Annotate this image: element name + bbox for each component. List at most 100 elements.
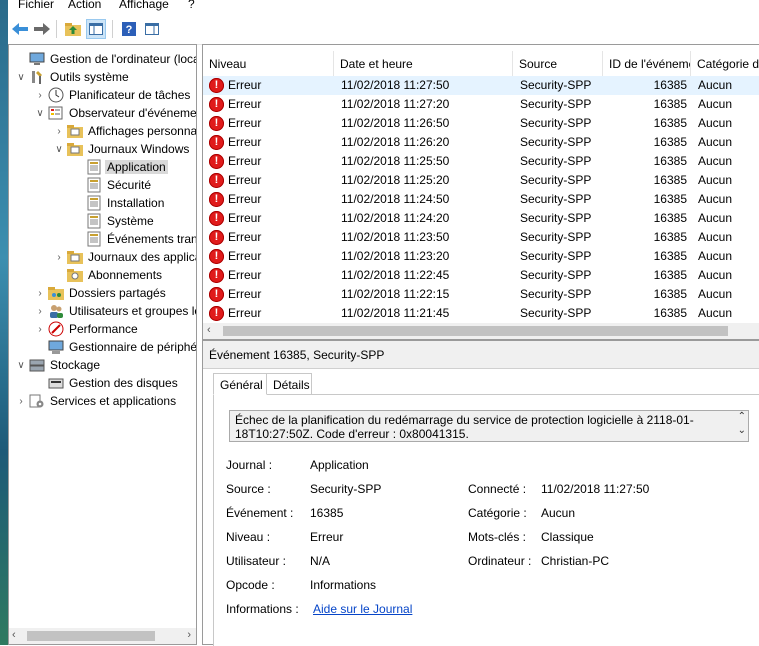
table-row[interactable]: ! Erreur 11/02/2018 11:24:50 Security-SPP 16…	[203, 190, 759, 209]
event-message: Échec de la planification du redémarrage…	[235, 413, 694, 441]
col-categorie[interactable]: Catégorie de la tâche	[691, 51, 759, 79]
tree-item-12[interactable]: Abonnements	[53, 266, 164, 284]
cell-date: 11/02/2018 11:24:20	[341, 211, 450, 225]
table-row[interactable]: ! Erreur 11/02/2018 11:27:20 Security-SPP 16…	[203, 95, 759, 114]
properties-button[interactable]	[142, 19, 162, 39]
up-folder-button[interactable]	[63, 19, 83, 39]
forward-arrow-icon	[34, 23, 50, 35]
message-scroll-up-icon[interactable]: ⌃	[738, 411, 746, 423]
log-icon	[86, 213, 102, 229]
cell-id: 16385	[653, 97, 687, 111]
scroll-right-icon[interactable]: ›	[187, 629, 191, 641]
event-message-box[interactable]: Échec de la planification du redémarrage…	[229, 410, 749, 442]
tree-item-13[interactable]: › Dossiers partagés	[34, 284, 168, 302]
cell-category: Aucun	[698, 97, 733, 111]
menu-fichier[interactable]: Fichier	[18, 0, 54, 11]
col-source[interactable]: Source	[513, 51, 603, 79]
tab-details[interactable]: Détails	[266, 373, 312, 395]
tree-item-17[interactable]: ∨ Stockage	[15, 356, 102, 374]
tree-item-2[interactable]: › Planificateur de tâches	[34, 86, 192, 104]
back-button[interactable]	[10, 19, 30, 39]
source-value: Security-SPP	[310, 482, 382, 496]
help-button[interactable]: ?	[119, 19, 139, 39]
expanded-chevron-icon[interactable]: ∨	[15, 360, 27, 371]
log-icon	[86, 177, 102, 193]
tree-item-19[interactable]: › Services et applications	[15, 392, 178, 410]
list-scroll-left-icon[interactable]: ‹	[207, 324, 211, 336]
tree-item-label: Installation	[107, 196, 165, 210]
event-viewer-icon	[48, 105, 64, 121]
collapsed-chevron-icon[interactable]: ›	[34, 324, 46, 335]
list-horizontal-scrollbar[interactable]: ‹	[203, 323, 759, 339]
tree-horizontal-scrollbar[interactable]: ‹ ›	[9, 628, 196, 644]
tools-icon	[29, 69, 45, 85]
niveau-label: Niveau :	[226, 530, 271, 544]
collapsed-chevron-icon[interactable]: ›	[34, 90, 46, 101]
tab-general[interactable]: Général	[213, 373, 267, 395]
menu-action[interactable]: Action	[68, 0, 101, 11]
table-row[interactable]: ! Erreur 11/02/2018 11:23:20 Security-SPP 16…	[203, 247, 759, 266]
back-arrow-icon	[12, 23, 28, 35]
cell-source: Security-SPP	[520, 78, 592, 92]
tree-item-9[interactable]: Système	[72, 212, 156, 230]
collapsed-chevron-icon[interactable]: ›	[34, 288, 46, 299]
tree-item-label: Système	[107, 214, 154, 228]
tree-item-4[interactable]: › Affichages personnalisés	[53, 122, 196, 140]
menu-affichage[interactable]: Affichage	[119, 0, 169, 11]
cell-source: Security-SPP	[520, 192, 592, 206]
table-row[interactable]: ! Erreur 11/02/2018 11:25:20 Security-SPP 16…	[203, 171, 759, 190]
tree-item-3[interactable]: ∨ Observateur d'événements	[34, 104, 196, 122]
evenement-value: 16385	[310, 506, 344, 520]
tree-item-14[interactable]: › Utilisateurs et groupes locaux	[34, 302, 196, 320]
error-icon: !	[209, 287, 224, 302]
show-hide-tree-button[interactable]	[86, 19, 106, 39]
table-row[interactable]: ! Erreur 11/02/2018 11:24:20 Security-SPP 16…	[203, 209, 759, 228]
tree-item-16[interactable]: Gestionnaire de périphériques	[34, 338, 196, 356]
collapsed-chevron-icon[interactable]: ›	[15, 396, 27, 407]
list-scroll-thumb[interactable]	[223, 326, 728, 336]
expanded-chevron-icon[interactable]: ∨	[53, 144, 65, 155]
expanded-chevron-icon[interactable]: ∨	[15, 72, 27, 83]
tree-scroll-thumb[interactable]	[27, 631, 155, 641]
tree-item-1[interactable]: ∨ Outils système	[15, 68, 131, 86]
folder-up-icon	[65, 23, 81, 36]
collapsed-chevron-icon[interactable]: ›	[34, 306, 46, 317]
forward-button[interactable]	[32, 19, 52, 39]
tree-item-10[interactable]: Événements transférés	[72, 230, 196, 248]
table-row[interactable]: ! Erreur 11/02/2018 11:27:50 Security-SPP 16…	[203, 76, 759, 95]
tree-item-7[interactable]: Sécurité	[72, 176, 153, 194]
log-icon	[86, 231, 102, 247]
table-row[interactable]: ! Erreur 11/02/2018 11:26:20 Security-SPP 16…	[203, 133, 759, 152]
collapsed-chevron-icon[interactable]: ›	[53, 126, 65, 137]
cell-category: Aucun	[698, 306, 733, 320]
table-row[interactable]: ! Erreur 11/02/2018 11:25:50 Security-SPP 16…	[203, 152, 759, 171]
cell-source: Security-SPP	[520, 306, 592, 320]
table-row[interactable]: ! Erreur 11/02/2018 11:23:50 Security-SPP 16…	[203, 228, 759, 247]
tree-item-11[interactable]: › Journaux des applications	[53, 248, 196, 266]
table-row[interactable]: ! Erreur 11/02/2018 11:22:15 Security-SPP 16…	[203, 285, 759, 304]
tree-item-5[interactable]: ∨ Journaux Windows	[53, 140, 191, 158]
col-id[interactable]: ID de l'événement	[603, 51, 691, 79]
table-row[interactable]: ! Erreur 11/02/2018 11:26:50 Security-SPP 16…	[203, 114, 759, 133]
tree-item-18[interactable]: Gestion des disques	[34, 374, 180, 392]
expanded-chevron-icon[interactable]: ∨	[34, 108, 46, 119]
cell-id: 16385	[653, 268, 687, 282]
error-icon: !	[209, 116, 224, 131]
evenement-label: Événement :	[226, 506, 294, 520]
table-row[interactable]: ! Erreur 11/02/2018 11:21:45 Security-SPP 16…	[203, 304, 759, 323]
journal-help-link[interactable]: Aide sur le Journal	[313, 601, 412, 617]
tree-item-label: Application	[105, 160, 168, 174]
menu-help[interactable]: ?	[188, 0, 195, 11]
event-list[interactable]: Niveau Date et heure Source ID de l'évén…	[202, 44, 759, 340]
scroll-left-icon[interactable]: ‹	[12, 629, 16, 641]
console-tree[interactable]: Gestion de l'ordinateur (local) ∨ Outils s…	[8, 44, 197, 645]
col-date[interactable]: Date et heure	[334, 51, 513, 79]
tree-item-6[interactable]: Application	[72, 158, 168, 176]
collapsed-chevron-icon[interactable]: ›	[53, 252, 65, 263]
tree-item-8[interactable]: Installation	[72, 194, 166, 212]
table-row[interactable]: ! Erreur 11/02/2018 11:22:45 Security-SPP 16…	[203, 266, 759, 285]
tree-item-0[interactable]: Gestion de l'ordinateur (local)	[15, 50, 196, 68]
col-niveau[interactable]: Niveau	[203, 51, 334, 79]
tree-item-15[interactable]: › Performance	[34, 320, 140, 338]
message-scroll-down-icon[interactable]: ⌄	[738, 425, 746, 437]
